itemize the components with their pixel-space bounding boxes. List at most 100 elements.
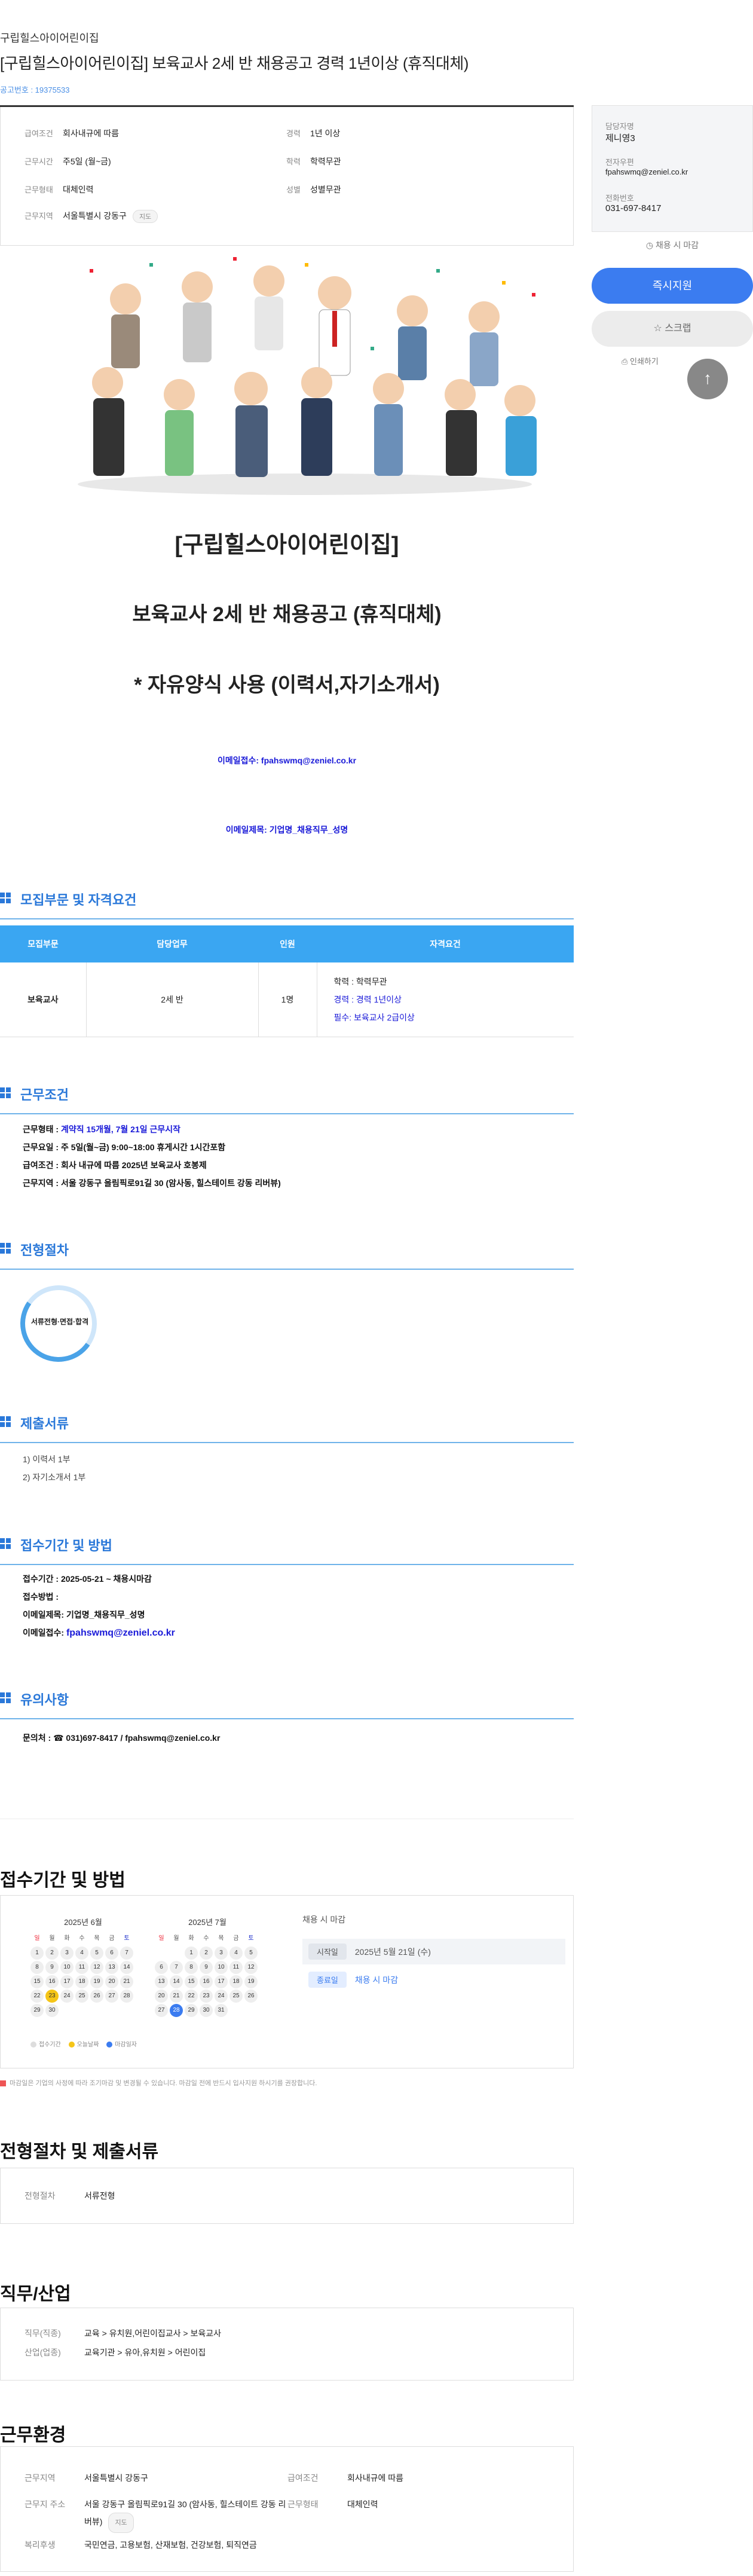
poster-email-apply[interactable]: 이메일접수: fpahswmq@zeniel.co.kr: [0, 754, 574, 766]
calendar-day[interactable]: 15: [185, 1975, 198, 1988]
calendar-day[interactable]: 1: [30, 1946, 44, 1960]
table-row: 보육교사 2세 반 1명 학력 : 학력무관 경력 : 경력 1년이상 필수: 보육…: [0, 962, 574, 1037]
weekday-label: 화: [64, 1935, 70, 1942]
deadline-info: ◷ 채용 시 마감: [645, 240, 699, 250]
calendar-day[interactable]: 22: [185, 1990, 198, 2003]
scroll-top-button[interactable]: ↑: [687, 359, 728, 399]
calendar-day[interactable]: 2: [45, 1946, 59, 1960]
calendar-day[interactable]: 18: [229, 1975, 243, 1988]
calendar-day[interactable]: 28: [170, 2004, 183, 2017]
day-grid: 일 월 화 수 목 금 토 1 2 3 4 5 6 7 8 9 10 11 12 13 14 15 16 17 18 19 20 21…: [155, 1932, 260, 2017]
calendar-day[interactable]: 2: [200, 1946, 213, 1960]
contact-phone: 031-697-8417: [605, 203, 662, 213]
calendar-day[interactable]: 29: [30, 2004, 44, 2017]
calendar-day[interactable]: 5: [244, 1946, 258, 1960]
calendar-day[interactable]: 16: [200, 1975, 213, 1988]
calendar-day[interactable]: 4: [229, 1946, 243, 1960]
print-button[interactable]: ⎙ 인쇄하기: [622, 355, 659, 366]
calendar-day[interactable]: 9: [200, 1961, 213, 1974]
calendar-day[interactable]: 25: [75, 1990, 88, 2003]
calendar-day[interactable]: 15: [30, 1975, 44, 1988]
calendar-day[interactable]: 12: [90, 1961, 103, 1974]
docs-body: 1) 이력서 1부 2) 자기소개서 1부: [23, 1454, 86, 1482]
calendar-day[interactable]: 7: [170, 1961, 183, 1974]
calendar-day[interactable]: 14: [170, 1975, 183, 1988]
calendar-day[interactable]: 3: [60, 1946, 74, 1960]
calendar-day[interactable]: 4: [75, 1946, 88, 1960]
weekday-label: 월: [49, 1935, 55, 1942]
cell-duty: 2세 반: [86, 962, 259, 1037]
calendar-day[interactable]: 5: [90, 1946, 103, 1960]
calendar-day[interactable]: 24: [215, 1990, 228, 2003]
contact-email[interactable]: fpahswmq@zeniel.co.kr: [605, 167, 688, 176]
calendar-day[interactable]: 27: [105, 1990, 118, 2003]
recruit-table: 모집부문 담당업무 인원 자격요건 보육교사 2세 반 1명 학력 : 학력무관 경력 …: [0, 925, 574, 1037]
col-part: 모집부문: [0, 925, 86, 962]
calendar-day[interactable]: 19: [90, 1975, 103, 1988]
calendar-day[interactable]: 30: [45, 2004, 59, 2017]
weekday-label: 목: [94, 1935, 100, 1942]
calendar-day[interactable]: 17: [60, 1975, 74, 1988]
weekday-label: 수: [203, 1935, 209, 1942]
calendar-day[interactable]: 25: [229, 1990, 243, 2003]
calendar-day[interactable]: 13: [155, 1975, 168, 1988]
calendar-day[interactable]: 26: [90, 1990, 103, 2003]
calendar-day[interactable]: 19: [244, 1975, 258, 1988]
calendar-day[interactable]: 24: [60, 1990, 74, 2003]
calendar-day[interactable]: 20: [155, 1990, 168, 2003]
calendar-day[interactable]: 18: [75, 1975, 88, 1988]
manager-name: 제니영3: [605, 133, 635, 143]
cell-count: 1명: [258, 962, 317, 1037]
calendar-day[interactable]: 13: [105, 1961, 118, 1974]
scrap-button[interactable]: ☆ 스크랩: [592, 311, 753, 347]
calendar-day[interactable]: 7: [120, 1946, 133, 1960]
section-recruit: 모집부문 및 자격요건: [0, 890, 574, 919]
summary-salary: 급여조건 회사내규에 따름: [25, 129, 120, 138]
calendar-day[interactable]: 8: [30, 1961, 44, 1974]
section-docs: 제출서류: [0, 1413, 574, 1443]
calendar-day[interactable]: 30: [200, 2004, 213, 2017]
map-button[interactable]: 지도: [108, 2513, 134, 2533]
calendar-day[interactable]: 31: [215, 2004, 228, 2017]
calendar-day[interactable]: 6: [105, 1946, 118, 1960]
calendar-day[interactable]: 9: [45, 1961, 59, 1974]
weekday-label: 일: [158, 1935, 164, 1942]
reception-info: 채용 시 마감 시작일 2025년 5월 21일 (수) 종료일 채용 시 마감: [302, 1914, 565, 1988]
calendar-day[interactable]: 28: [120, 1990, 133, 2003]
calendar-day[interactable]: 29: [185, 2004, 198, 2017]
grid-icon: [0, 1692, 11, 1703]
calendar-day[interactable]: 11: [75, 1961, 88, 1974]
calendar-day[interactable]: 26: [244, 1990, 258, 2003]
print-icon: ⎙: [622, 357, 630, 366]
env-salary: 급여조건 회사내규에 따름: [287, 2473, 404, 2483]
weekday-label: 화: [188, 1935, 194, 1942]
calendar-day[interactable]: 6: [155, 1961, 168, 1974]
calendar-day[interactable]: 10: [215, 1961, 228, 1974]
calendar-day[interactable]: 17: [215, 1975, 228, 1988]
calendar-day[interactable]: 22: [30, 1990, 44, 2003]
section-process: 전형절차: [0, 1240, 574, 1270]
calendar-day[interactable]: 20: [105, 1975, 118, 1988]
star-icon: ☆: [653, 323, 665, 334]
grid-icon: [0, 1538, 11, 1549]
calendar-day[interactable]: 27: [155, 2004, 168, 2017]
calendar-day[interactable]: 23: [200, 1990, 213, 2003]
calendar-day[interactable]: 10: [60, 1961, 74, 1974]
summary-career: 경력 1년 이상: [286, 129, 341, 138]
calendar-day[interactable]: 14: [120, 1961, 133, 1974]
calendar-day[interactable]: 3: [215, 1946, 228, 1960]
map-button[interactable]: 지도: [132, 210, 158, 223]
calendar-day[interactable]: 21: [120, 1975, 133, 1988]
calendar-day[interactable]: 16: [45, 1975, 59, 1988]
weekday-label: 금: [109, 1935, 115, 1942]
apply-button[interactable]: 즉시지원: [592, 268, 753, 304]
calendar-day[interactable]: 23: [45, 1990, 59, 2003]
company-name[interactable]: 구립힐스아이어린이집: [0, 30, 99, 45]
calendar-day[interactable]: 21: [170, 1990, 183, 2003]
env-type: 근무형태 대체인력: [287, 2499, 378, 2509]
calendar-day[interactable]: 11: [229, 1961, 243, 1974]
calendar-day[interactable]: 8: [185, 1961, 198, 1974]
workenv-title: 근무환경: [0, 2425, 66, 2445]
calendar-day[interactable]: 12: [244, 1961, 258, 1974]
calendar-day[interactable]: 1: [185, 1946, 198, 1960]
